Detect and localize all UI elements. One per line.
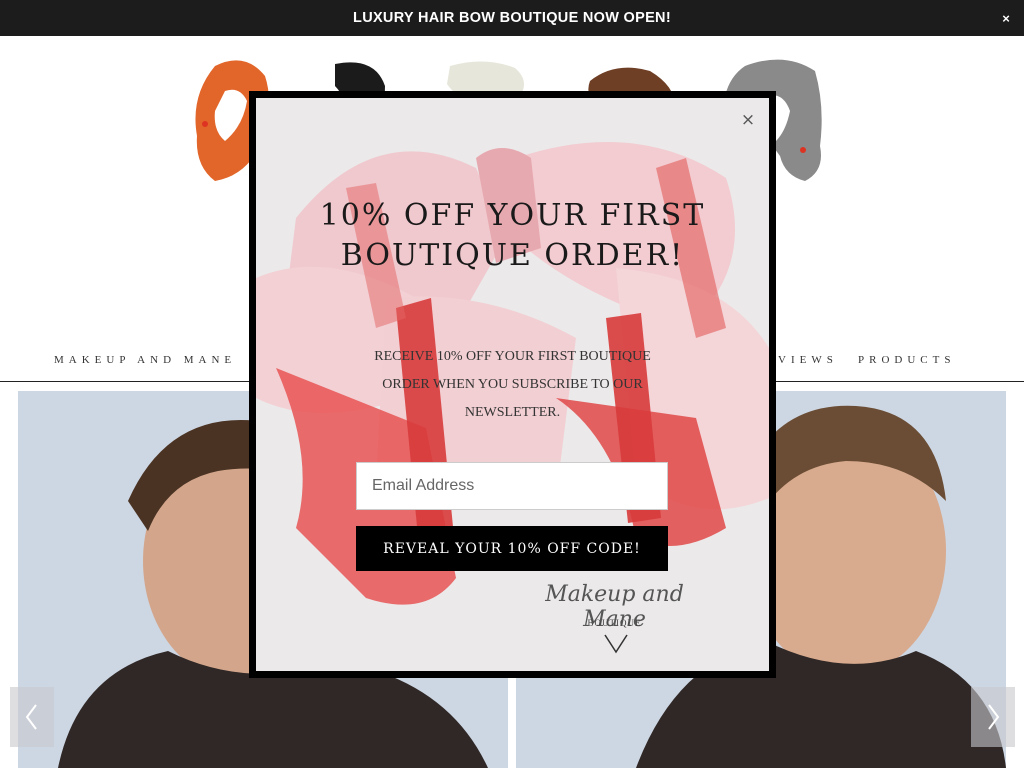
announcement-close-button[interactable]: × — [988, 0, 1024, 36]
slider-next-button[interactable] — [971, 687, 1015, 747]
brand-logo: Makeup and Mane BOUTIQUE — [522, 574, 707, 666]
reveal-code-button[interactable]: REVEAL YOUR 10% OFF CODE! — [356, 526, 668, 571]
brand-subtitle: BOUTIQUE — [587, 618, 642, 628]
popup-title: 10% OFF YOUR FIRST BOUTIQUE ORDER! — [319, 198, 706, 273]
newsletter-popup: × 10% OFF YOUR FIRST BOUTIQUE ORDER! REC… — [249, 91, 776, 678]
popup-close-button[interactable]: × — [738, 110, 758, 130]
nav-item-makeup-and-mane[interactable]: MAKEUP AND MANE — [54, 354, 236, 366]
popup-content: × 10% OFF YOUR FIRST BOUTIQUE ORDER! REC… — [256, 98, 769, 671]
announcement-bar: LUXURY HAIR BOW BOUTIQUE NOW OPEN! × — [0, 0, 1024, 36]
chevron-right-icon — [988, 704, 1000, 730]
chevron-down-icon — [604, 634, 628, 654]
nav-item-products[interactable]: PRODUCTS — [858, 354, 955, 366]
slider-prev-button[interactable] — [10, 687, 54, 747]
chevron-left-icon — [25, 704, 37, 730]
popup-description: RECEIVE 10% OFF YOUR FIRST BOUTIQUE ORDE… — [374, 349, 651, 420]
email-field[interactable] — [356, 462, 668, 510]
announcement-text: LUXURY HAIR BOW BOUTIQUE NOW OPEN! — [353, 10, 671, 26]
